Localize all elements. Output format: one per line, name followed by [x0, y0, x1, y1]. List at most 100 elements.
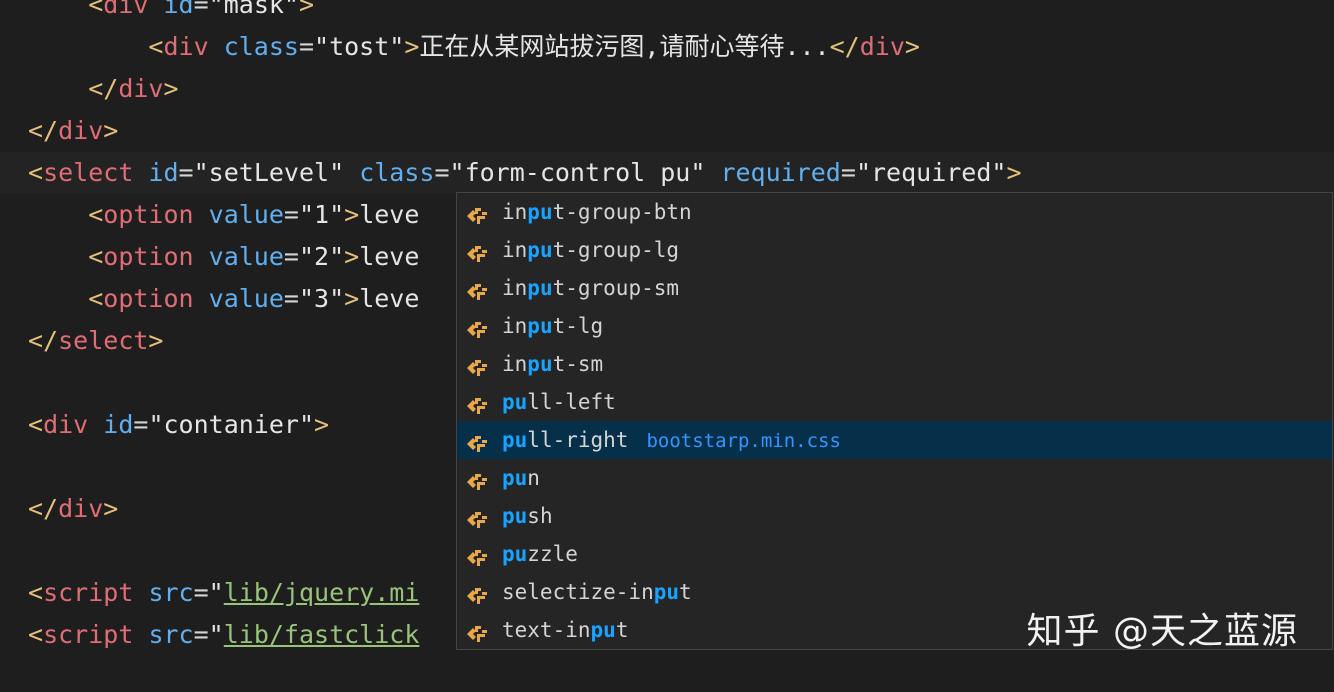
- code-token: </: [88, 74, 119, 103]
- suggestion-item[interactable]: input-group-lg: [457, 231, 1332, 269]
- suggestion-match-highlight: pu: [590, 618, 616, 642]
- code-token: leve: [359, 284, 420, 313]
- code-token: >: [344, 200, 360, 229]
- suggestion-match-highlight: pu: [502, 390, 528, 414]
- suggestion-label-prefix: in: [502, 314, 528, 338]
- code-line-text: <script src="lib/fastclick: [28, 614, 419, 656]
- code-token: <: [28, 620, 44, 649]
- suggestion-detail: bootstarp.min.css: [646, 430, 841, 452]
- css-class-icon: [465, 353, 489, 376]
- code-token: <: [88, 284, 104, 313]
- code-token[interactable]: lib/fastclick: [224, 620, 420, 649]
- code-token: =: [133, 410, 149, 439]
- code-line[interactable]: </div>: [0, 110, 1334, 152]
- suggestion-label: push: [502, 497, 553, 535]
- suggestion-match-highlight: pu: [502, 466, 528, 490]
- suggestion-label-prefix: in: [502, 352, 528, 376]
- css-class-icon: [465, 467, 489, 490]
- code-token: =: [178, 158, 194, 187]
- code-token[interactable]: lib/jquery.mi: [224, 578, 420, 607]
- code-token: <: [88, 200, 104, 229]
- code-line[interactable]: <div id="mask">: [0, 0, 1334, 26]
- code-line-text: <option value="2">leve: [28, 236, 419, 278]
- code-token: "mask": [208, 0, 299, 19]
- code-token: >: [1006, 158, 1022, 187]
- code-token: id: [163, 0, 194, 19]
- code-line-text: <select id="setLevel" class="form-contro…: [28, 152, 1022, 194]
- code-token: "1": [298, 200, 345, 229]
- code-token: class: [223, 32, 299, 61]
- code-token: div: [118, 74, 164, 103]
- code-token: >: [404, 32, 420, 61]
- code-line-text: </div>: [28, 488, 118, 530]
- code-line[interactable]: </div>: [0, 68, 1334, 110]
- code-line-text: <script src="lib/jquery.mi: [28, 572, 419, 614]
- suggestion-item[interactable]: pun: [457, 459, 1332, 497]
- suggestion-item[interactable]: input-lg: [457, 307, 1332, 345]
- suggestion-item[interactable]: pull-left: [457, 383, 1332, 421]
- code-token: >: [904, 32, 920, 61]
- suggestion-item[interactable]: pull-right bootstarp.min.css: [457, 421, 1332, 459]
- code-token: required: [720, 158, 841, 187]
- suggestion-widget[interactable]: input-group-btn input-group-lg input-group…: [456, 192, 1333, 650]
- code-token: <: [28, 410, 44, 439]
- code-token: =: [283, 284, 299, 313]
- suggestion-item[interactable]: input-group-sm: [457, 269, 1332, 307]
- code-token: >: [314, 410, 330, 439]
- suggestion-label: input-group-btn: [502, 193, 692, 231]
- suggestion-label-suffix: t-group-lg: [552, 238, 680, 262]
- code-token: =: [298, 32, 315, 61]
- code-token: script: [43, 620, 134, 649]
- css-class-icon: [465, 543, 489, 566]
- code-token: </: [28, 116, 59, 145]
- suggestion-item[interactable]: input-group-btn: [457, 193, 1332, 231]
- code-token: <: [28, 158, 44, 187]
- css-class-icon: [465, 239, 489, 262]
- code-token: </: [28, 494, 59, 523]
- code-token: <: [148, 32, 164, 61]
- css-class-icon: [465, 505, 489, 528]
- css-class-icon: [465, 391, 489, 414]
- code-token: >: [103, 494, 119, 523]
- code-token: select: [43, 158, 134, 187]
- code-line[interactable]: <div class="tost">正在从某网站拔污图,请耐心等待...</di…: [0, 26, 1334, 68]
- suggestion-match-highlight: pu: [502, 504, 528, 528]
- code-token: 正在从某网站拔污图,请耐心等待...: [419, 32, 830, 61]
- code-token: option: [103, 242, 194, 271]
- suggestion-item[interactable]: input-sm: [457, 345, 1332, 383]
- code-token: ": [208, 620, 224, 649]
- code-token: =: [283, 242, 299, 271]
- suggestion-match-highlight: pu: [527, 200, 553, 224]
- code-line-text: <div id="contanier">: [28, 404, 329, 446]
- code-line[interactable]: <select id="setLevel" class="form-contro…: [0, 152, 1334, 194]
- code-token: "form-control pu": [449, 158, 706, 187]
- suggestion-label: input-lg: [502, 307, 603, 345]
- suggestion-label-prefix: text-in: [502, 618, 591, 642]
- code-token: =: [283, 200, 299, 229]
- code-token: "setLevel": [193, 158, 345, 187]
- suggestion-item[interactable]: push: [457, 497, 1332, 535]
- code-line-text: <option value="3">leve: [28, 278, 419, 320]
- code-token: =: [193, 0, 209, 19]
- code-token: div: [58, 116, 104, 145]
- code-token: >: [148, 326, 164, 355]
- suggestion-item[interactable]: puzzle: [457, 535, 1332, 573]
- code-token: </: [28, 326, 59, 355]
- suggestion-label: input-sm: [502, 345, 603, 383]
- suggestion-label-prefix: in: [502, 200, 528, 224]
- code-token: div: [43, 410, 89, 439]
- suggestion-label-suffix: t: [615, 618, 629, 642]
- suggestion-label-suffix: t-group-sm: [552, 276, 680, 300]
- code-token: >: [344, 284, 360, 313]
- code-token: =: [193, 620, 209, 649]
- code-token: value: [208, 242, 284, 271]
- code-editor[interactable]: <div id="mask"> <div class="tost">正在从某网站…: [0, 0, 1334, 692]
- code-token: >: [298, 0, 315, 19]
